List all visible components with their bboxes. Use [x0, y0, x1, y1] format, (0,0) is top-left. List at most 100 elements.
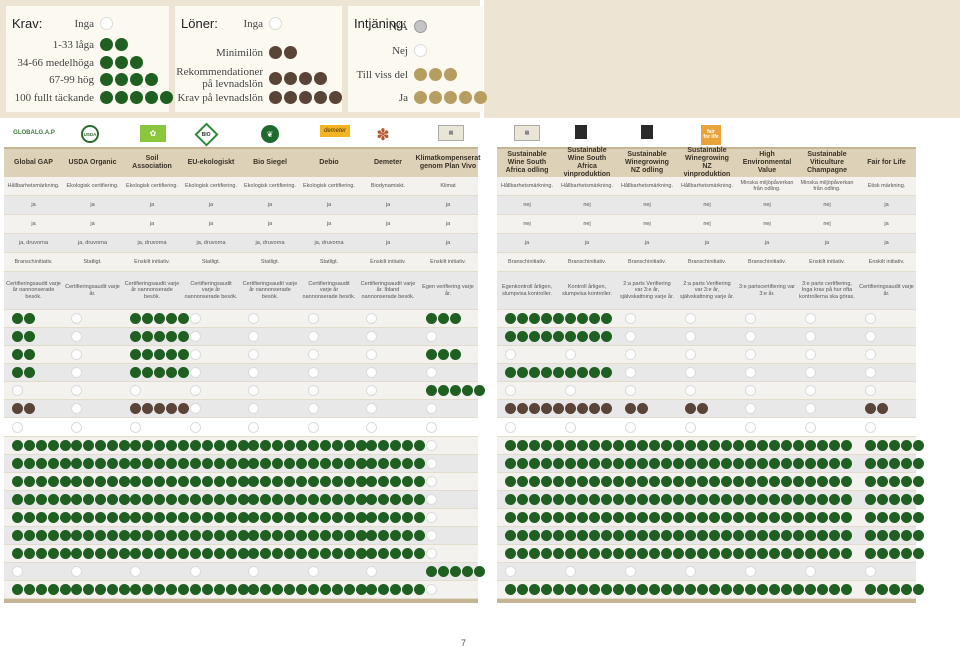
rating-cell	[4, 437, 71, 454]
rating-cell	[358, 400, 418, 417]
rating-dot-icon	[805, 584, 816, 595]
empty-dot-icon	[865, 421, 876, 433]
table-cell: ja	[445, 220, 451, 227]
rating-dots	[71, 313, 82, 324]
rating-dot-icon	[248, 440, 259, 451]
rating-dots	[745, 548, 804, 559]
rating-dots	[685, 385, 696, 396]
rating-dot-icon	[115, 73, 128, 86]
rating-dot-icon	[781, 530, 792, 541]
rating-dot-icon	[637, 512, 648, 523]
empty-dot-icon	[685, 566, 696, 577]
table-cell: Hållbarhetsmärkning.	[501, 182, 553, 189]
rating-row	[4, 310, 478, 328]
table-cell: Kontroll årligen, slumpvisa kontroller.	[562, 284, 612, 297]
rating-dot-icon	[344, 512, 355, 523]
rating-dot-icon	[841, 458, 852, 469]
rating-dot-icon	[889, 494, 900, 505]
rating-dots	[248, 530, 307, 541]
rating-dot-icon	[320, 476, 331, 487]
rating-dot-icon	[166, 494, 177, 505]
legend-loner: Löner: Inga Minimilön Rekommendationer på l…	[175, 6, 342, 112]
rating-cell	[122, 527, 189, 544]
rating-dots	[426, 476, 437, 487]
rating-dot-icon	[154, 403, 165, 414]
empty-dot-icon	[745, 385, 756, 396]
empty-dot-icon	[308, 385, 319, 396]
rating-dot-icon	[260, 530, 271, 541]
rating-dots	[865, 512, 924, 523]
empty-dot-icon	[805, 367, 816, 378]
rating-dots	[685, 349, 696, 360]
rating-dot-icon	[589, 584, 600, 595]
rating-dot-icon	[329, 91, 342, 104]
rating-dot-icon	[308, 476, 319, 487]
rating-cell	[4, 527, 71, 544]
rating-dot-icon	[402, 548, 413, 559]
rating-dot-icon	[378, 512, 389, 523]
rating-dot-icon	[226, 584, 237, 595]
rating-dot-icon	[901, 458, 912, 469]
table-cell: ja	[149, 220, 155, 227]
rating-dot-icon	[308, 512, 319, 523]
rating-dot-icon	[332, 440, 343, 451]
table-cell: Ekologisk certifiering.	[185, 182, 237, 189]
rating-dot-icon	[529, 512, 540, 523]
rating-cell	[122, 400, 189, 417]
rating-cell	[358, 328, 418, 345]
rating-dot-icon	[166, 458, 177, 469]
empty-dot-icon	[248, 566, 259, 577]
rating-dots	[190, 403, 201, 414]
empty-dot-icon	[366, 403, 377, 414]
rating-dot-icon	[757, 476, 768, 487]
rating-dots	[366, 421, 377, 433]
table-cell: nej	[643, 201, 651, 208]
rating-dot-icon	[721, 494, 732, 505]
rating-dot-icon	[517, 548, 528, 559]
rating-dot-icon	[565, 313, 576, 324]
rating-dot-icon	[745, 476, 756, 487]
rating-dot-icon	[817, 440, 828, 451]
rating-dot-icon	[913, 512, 924, 523]
rating-dot-icon	[589, 367, 600, 378]
rating-dot-icon	[805, 476, 816, 487]
rating-cell	[300, 400, 358, 417]
demeter-logo: demeter	[320, 124, 350, 138]
page-number: 7	[461, 638, 467, 647]
rating-dot-icon	[529, 530, 540, 541]
table-cell: ja	[445, 239, 451, 246]
rating-dot-icon	[214, 512, 225, 523]
globalgap-logo: GLOBALG.A.P	[13, 130, 55, 136]
table-cell: ja	[90, 201, 95, 208]
rating-cell	[617, 473, 684, 490]
rating-dot-icon	[36, 494, 47, 505]
rating-dots	[805, 385, 816, 396]
rating-dots	[565, 313, 612, 324]
rating-dot-icon	[344, 584, 355, 595]
rating-cell	[617, 581, 684, 598]
rating-dot-icon	[474, 385, 485, 396]
rating-dot-icon	[260, 584, 271, 595]
column-header: Fair for Life	[867, 159, 906, 166]
empty-dot-icon	[865, 313, 876, 324]
rating-dot-icon	[24, 331, 35, 342]
table-cell: Statligt.	[319, 258, 339, 265]
rating-row	[4, 527, 478, 545]
rating-cell	[617, 545, 684, 562]
rating-cell	[63, 563, 122, 580]
table-cell: ja	[884, 239, 889, 246]
rating-dot-icon	[517, 512, 528, 523]
rating-dot-icon	[805, 548, 816, 559]
rating-cell	[240, 346, 300, 363]
rating-dot-icon	[661, 548, 672, 559]
rating-dot-icon	[36, 440, 47, 451]
table-cell: Egen verifiering varje år.	[422, 284, 474, 297]
rating-dot-icon	[390, 530, 401, 541]
empty-dot-icon	[505, 566, 516, 577]
rating-dots	[745, 584, 804, 595]
rating-row	[497, 545, 924, 563]
rating-dots	[366, 548, 425, 559]
rating-cell	[300, 382, 358, 399]
rating-dot-icon	[865, 512, 876, 523]
rating-dot-icon	[444, 91, 457, 104]
